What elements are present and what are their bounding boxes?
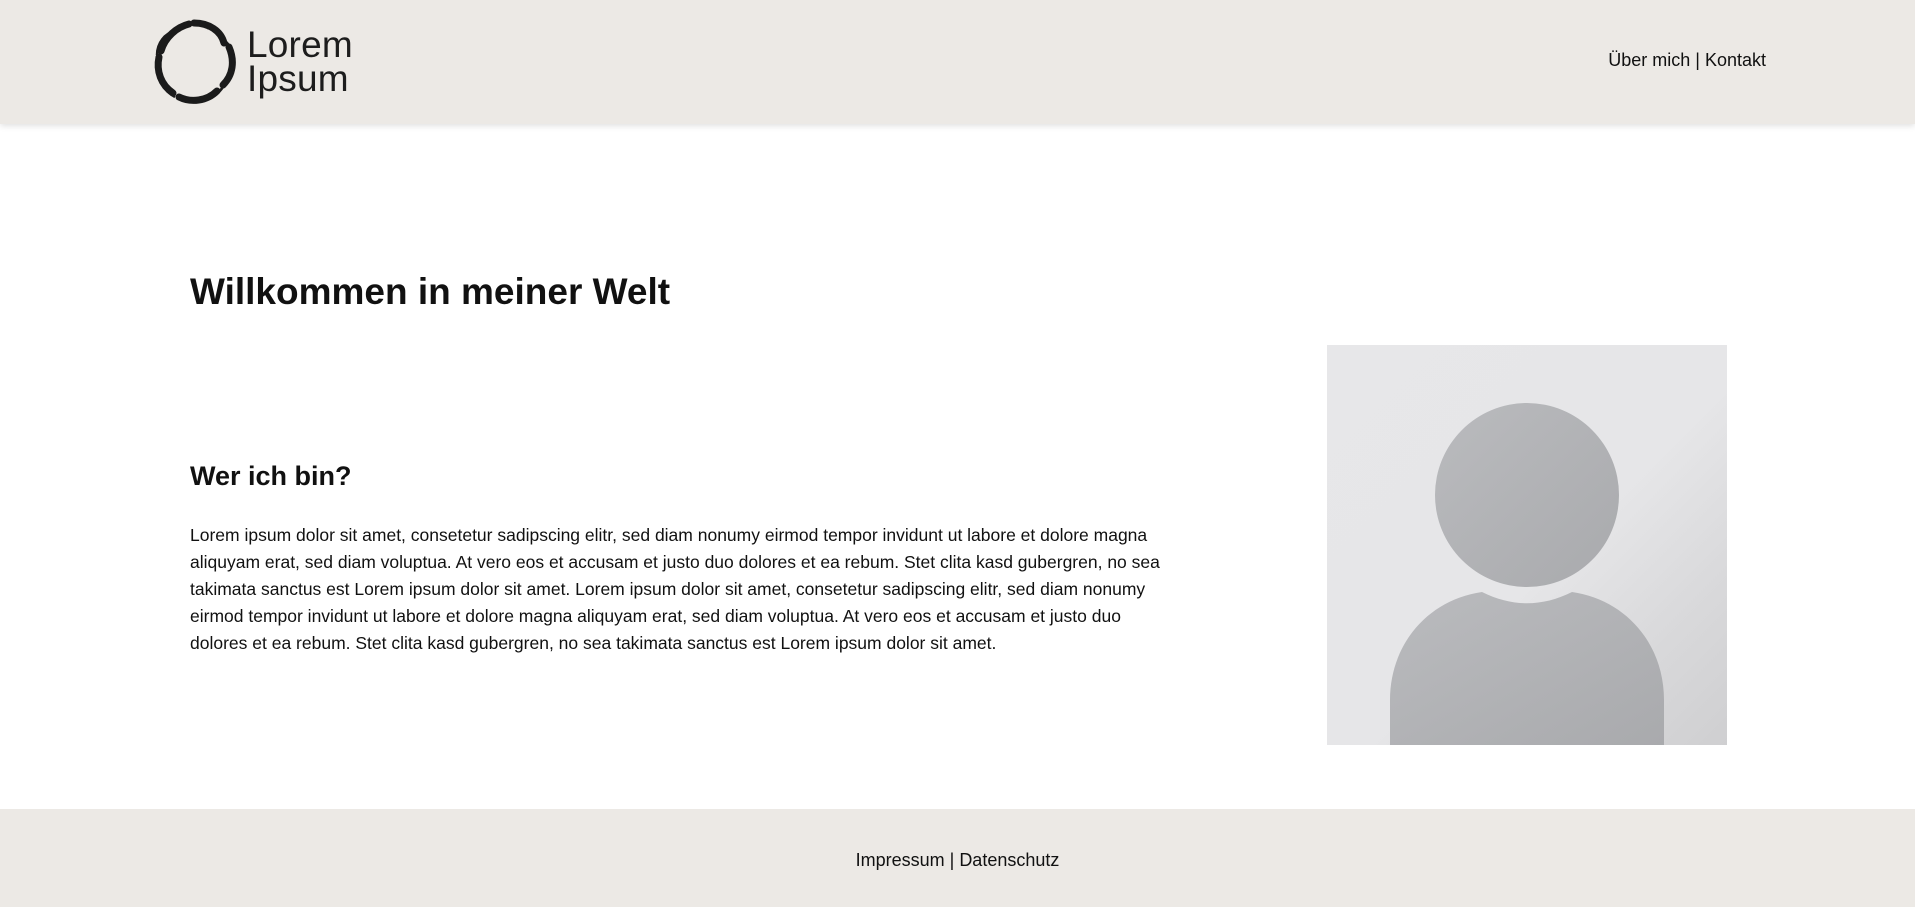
page-title: Willkommen in meiner Welt [190,271,671,312]
footer-separator: | [949,850,955,870]
footer-link-imprint[interactable]: Impressum [856,850,945,870]
site-header: Lorem Ipsum Über mich | Kontakt [0,0,1915,124]
section-heading: Wer ich bin? [190,461,352,491]
top-nav: Über mich | Kontakt [1608,50,1766,71]
footer-nav: Impressum | Datenschutz [0,850,1915,871]
logo-text: Lorem Ipsum [247,24,353,99]
site-logo[interactable]: Lorem Ipsum [151,17,353,107]
user-placeholder-icon [1390,403,1664,745]
intro-paragraph: Lorem ipsum dolor sit amet, consetetur s… [190,525,1160,653]
profile-image [1327,345,1727,745]
logo-line-2: Ipsum [247,58,349,99]
nav-separator: | [1695,50,1700,70]
nav-link-contact[interactable]: Kontakt [1705,50,1766,70]
flower-ring-logo-icon [154,19,236,104]
logo-line-1: Lorem [247,24,353,65]
nav-link-about[interactable]: Über mich [1608,50,1690,70]
footer-link-privacy[interactable]: Datenschutz [959,850,1059,870]
